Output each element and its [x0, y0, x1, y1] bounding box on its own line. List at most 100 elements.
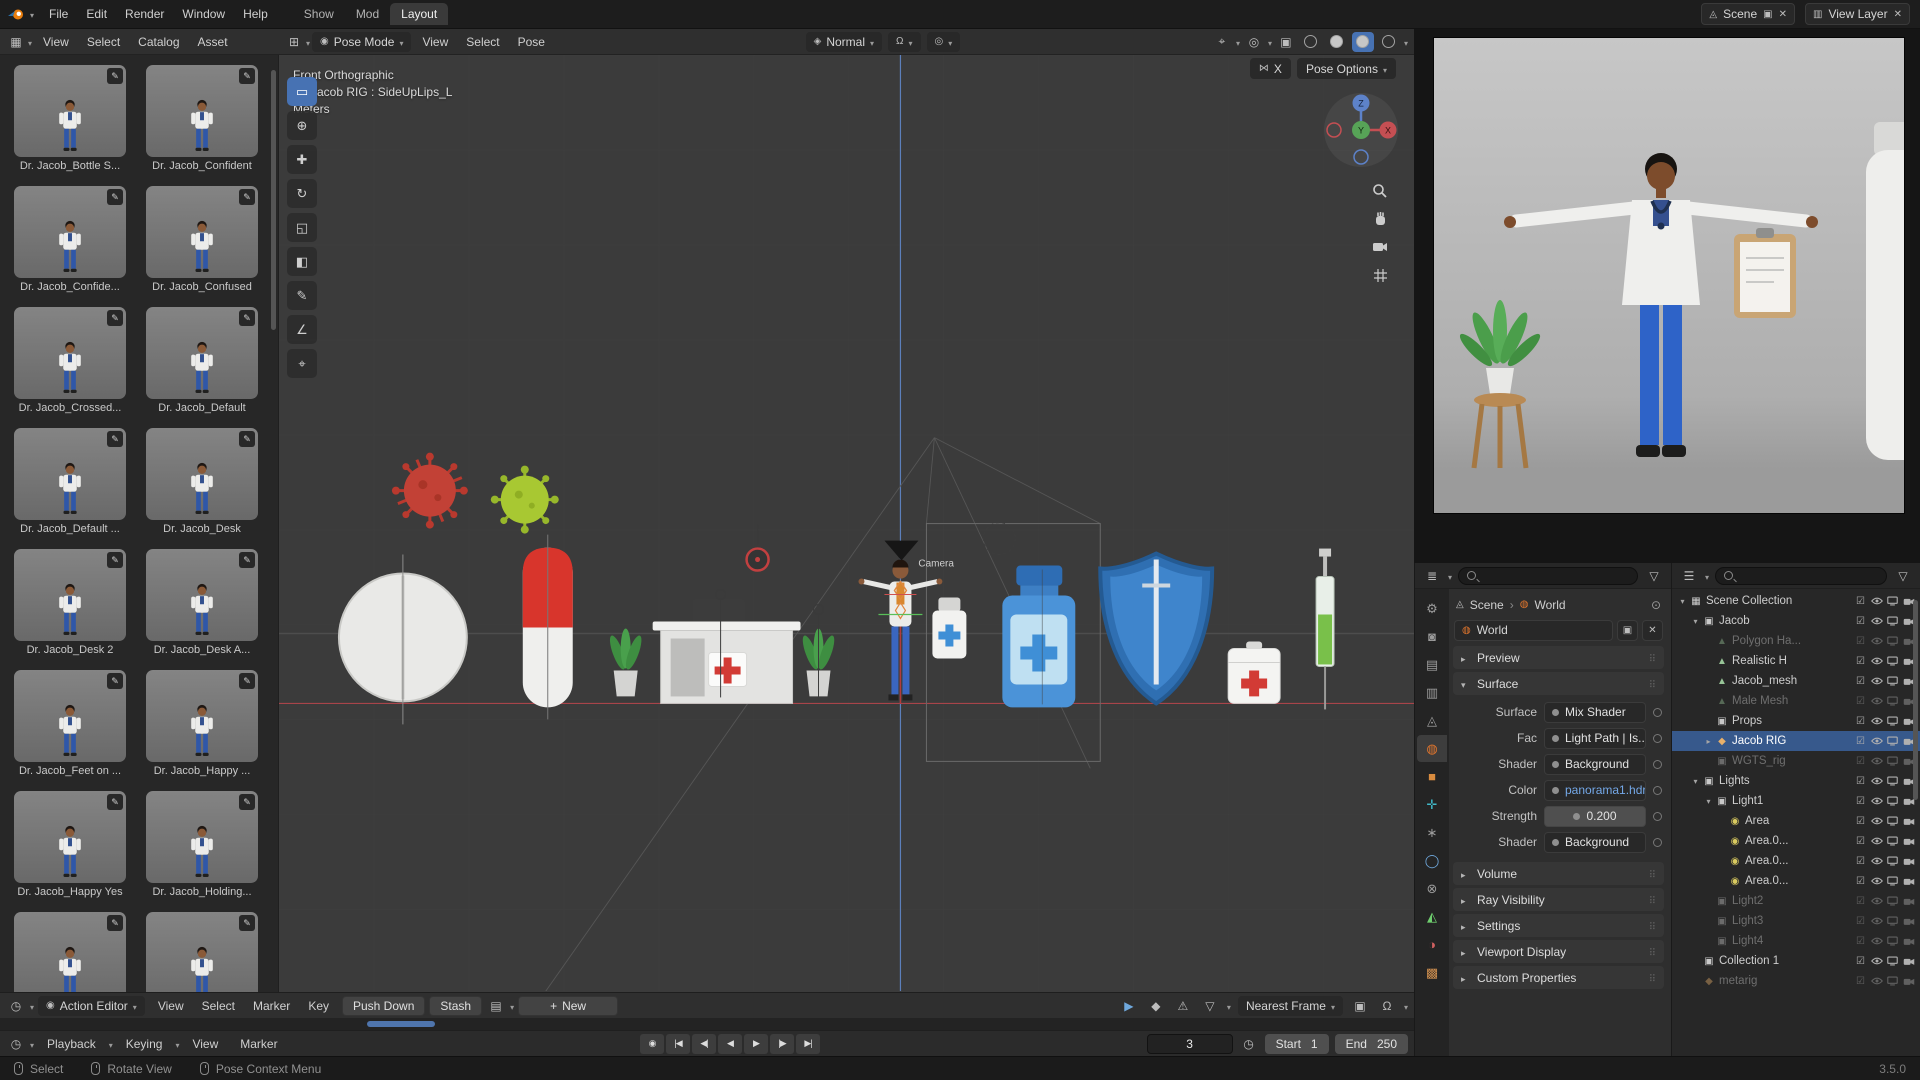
exclude-checkbox[interactable]: ☑ [1854, 835, 1867, 848]
outliner-row[interactable]: ▸ Jacob RIG ☑ [1672, 731, 1920, 751]
filter-funnel-icon[interactable]: ▽ [1200, 999, 1220, 1013]
hide-eye-icon[interactable] [1870, 695, 1883, 708]
outliner-row[interactable]: Collection 1 ☑ [1672, 951, 1920, 971]
blender-logo-icon[interactable] [8, 7, 34, 21]
magnet-caret-icon[interactable] [1404, 999, 1408, 1013]
cursor-tool[interactable]: ⊕ [287, 111, 317, 140]
outliner-row[interactable]: ▾ Lights ☑ [1672, 771, 1920, 791]
disable-viewport-icon[interactable] [1886, 755, 1899, 768]
disable-viewport-icon[interactable] [1886, 635, 1899, 648]
workspace-tab[interactable]: Mod [345, 3, 390, 25]
tab-particles[interactable]: ∗ [1417, 819, 1447, 846]
gizmo-caret-icon[interactable] [1236, 35, 1240, 49]
hide-eye-icon[interactable] [1870, 835, 1883, 848]
panel-surface[interactable]: Surface [1453, 672, 1664, 695]
new-scene-icon[interactable]: ▣ [1763, 9, 1772, 20]
editor-type-icon[interactable]: ☰ [1679, 569, 1699, 583]
exclude-checkbox[interactable]: ☑ [1854, 815, 1867, 828]
asset-edit-badge-icon[interactable]: ✎ [239, 673, 255, 689]
Dr. Jacob_Confused[interactable]: ✎ Dr. Jacob_Confused [146, 186, 258, 293]
use-preview-range-icon[interactable]: ◷ [1239, 1037, 1259, 1051]
asset-edit-badge-icon[interactable]: ✎ [239, 552, 255, 568]
outliner-row[interactable]: Light4 ☑ [1672, 931, 1920, 951]
expand-icon[interactable]: ▸ [1702, 737, 1715, 746]
tab-object-data[interactable]: ◭ [1417, 903, 1447, 930]
outliner-row[interactable]: Props ☑ [1672, 711, 1920, 731]
Dr. Jacob_Confide...[interactable]: ✎ Dr. Jacob_Confide... [14, 186, 126, 293]
hide-eye-icon[interactable] [1870, 735, 1883, 748]
dope-mode-dropdown[interactable]: ◉ Action Editor [38, 996, 145, 1016]
push-down-button[interactable]: Push Down [342, 996, 425, 1016]
editor-type-icon[interactable]: ◷ [6, 999, 26, 1013]
Dr. Jacob_Confident[interactable]: ✎ Dr. Jacob_Confident [146, 65, 258, 172]
disable-render-camera-icon[interactable] [1902, 975, 1915, 988]
copy-keyframes-icon[interactable]: ▣ [1350, 999, 1370, 1013]
property-value-field[interactable]: panorama1.hdr [1544, 780, 1646, 801]
property-value-field[interactable]: 0.200 [1544, 806, 1646, 827]
hide-eye-icon[interactable] [1870, 655, 1883, 668]
asset-edit-badge-icon[interactable]: ✎ [107, 552, 123, 568]
disable-viewport-icon[interactable] [1886, 955, 1899, 968]
viewport-canvas[interactable]: Camera [279, 55, 1414, 991]
tab-view-layer[interactable]: ▥ [1417, 679, 1447, 706]
outliner-row[interactable]: Light2 ☑ [1672, 891, 1920, 911]
filter-icon[interactable]: ▽ [1644, 569, 1664, 583]
exclude-checkbox[interactable]: ☑ [1854, 615, 1867, 628]
unlink-datablock-button[interactable]: ✕ [1642, 620, 1663, 641]
xray-toggle-icon[interactable]: ▣ [1276, 35, 1296, 49]
pin-icon[interactable] [1651, 598, 1661, 612]
orthographic-grid-icon[interactable] [1368, 263, 1392, 287]
disable-render-camera-icon[interactable] [1902, 835, 1915, 848]
pan-hand-icon[interactable] [1368, 207, 1392, 231]
editor-type-icon[interactable]: ≣ [1422, 569, 1442, 583]
dope-menu-item[interactable]: Marker [244, 996, 299, 1016]
unlink-view-layer-icon[interactable]: ✕ [1894, 9, 1902, 20]
asset-edit-badge-icon[interactable]: ✎ [239, 68, 255, 84]
first-aid-kit[interactable] [1228, 641, 1280, 703]
mode-dropdown[interactable]: ◉ Pose Mode [312, 32, 411, 52]
snap-mode-dropdown[interactable]: Nearest Frame [1238, 996, 1343, 1016]
property-value-field[interactable]: Light Path | Is... [1544, 728, 1646, 749]
end-frame-field[interactable]: End250 [1335, 1034, 1408, 1054]
disable-viewport-icon[interactable] [1886, 695, 1899, 708]
dope-menu-item[interactable]: Select [193, 996, 244, 1016]
outliner-row[interactable]: Jacob_mesh ☑ [1672, 671, 1920, 691]
drag-dots-icon[interactable] [1649, 893, 1656, 907]
decorator-dot-icon[interactable] [1653, 812, 1662, 821]
zoom-icon[interactable] [1368, 179, 1392, 203]
prev-keyframe-button[interactable]: ◀| [692, 1034, 716, 1054]
dope-menu-item[interactable]: View [149, 996, 193, 1016]
property-value-field[interactable]: Mix Shader [1544, 702, 1646, 723]
exclude-checkbox[interactable]: ☑ [1854, 915, 1867, 928]
hide-eye-icon[interactable] [1870, 595, 1883, 608]
tab-render[interactable]: ◙ [1417, 623, 1447, 650]
hide-eye-icon[interactable] [1870, 815, 1883, 828]
exclude-checkbox[interactable]: ☑ [1854, 975, 1867, 988]
rotate-tool[interactable]: ↻ [287, 179, 317, 208]
outliner-row[interactable]: ▾ Scene Collection ☑ [1672, 591, 1920, 611]
expand-icon[interactable]: ▾ [1689, 617, 1702, 626]
topbar-menu-item[interactable]: Window [173, 4, 234, 24]
Dr. Jacob_Happy ...[interactable]: ✎ Dr. Jacob_Happy ... [146, 670, 258, 777]
properties-panel-header[interactable]: Viewport Display [1453, 940, 1664, 963]
asset-edit-badge-icon[interactable]: ✎ [107, 794, 123, 810]
topbar-menu-item[interactable]: File [40, 4, 77, 24]
view-menu[interactable]: View [183, 1034, 227, 1054]
drag-dots-icon[interactable] [1649, 919, 1656, 933]
asset-edit-badge-icon[interactable]: ✎ [239, 431, 255, 447]
disable-render-camera-icon[interactable] [1902, 815, 1915, 828]
pose-options-dropdown[interactable]: Pose Options [1297, 58, 1396, 79]
disable-viewport-icon[interactable] [1886, 975, 1899, 988]
drag-dots-icon[interactable] [1649, 867, 1656, 881]
asset-edit-badge-icon[interactable]: ✎ [239, 794, 255, 810]
select-box-tool[interactable]: ▭ [287, 77, 317, 106]
editor-type-caret-icon[interactable] [28, 35, 32, 49]
proportional-edit-dropdown[interactable]: ◎ [927, 32, 961, 52]
show-overlays-icon[interactable]: ◎ [1244, 35, 1264, 49]
exclude-checkbox[interactable]: ☑ [1854, 675, 1867, 688]
breadcrumb-scene[interactable]: Scene [1470, 598, 1504, 612]
Dr. Jacob_Happy Yes[interactable]: ✎ Dr. Jacob_Happy Yes [14, 791, 126, 898]
outliner-row[interactable]: Male Mesh ☑ [1672, 691, 1920, 711]
hide-eye-icon[interactable] [1870, 895, 1883, 908]
Dr. Jacob_Holding...[interactable]: ✎ Dr. Jacob_Holding... [146, 791, 258, 898]
